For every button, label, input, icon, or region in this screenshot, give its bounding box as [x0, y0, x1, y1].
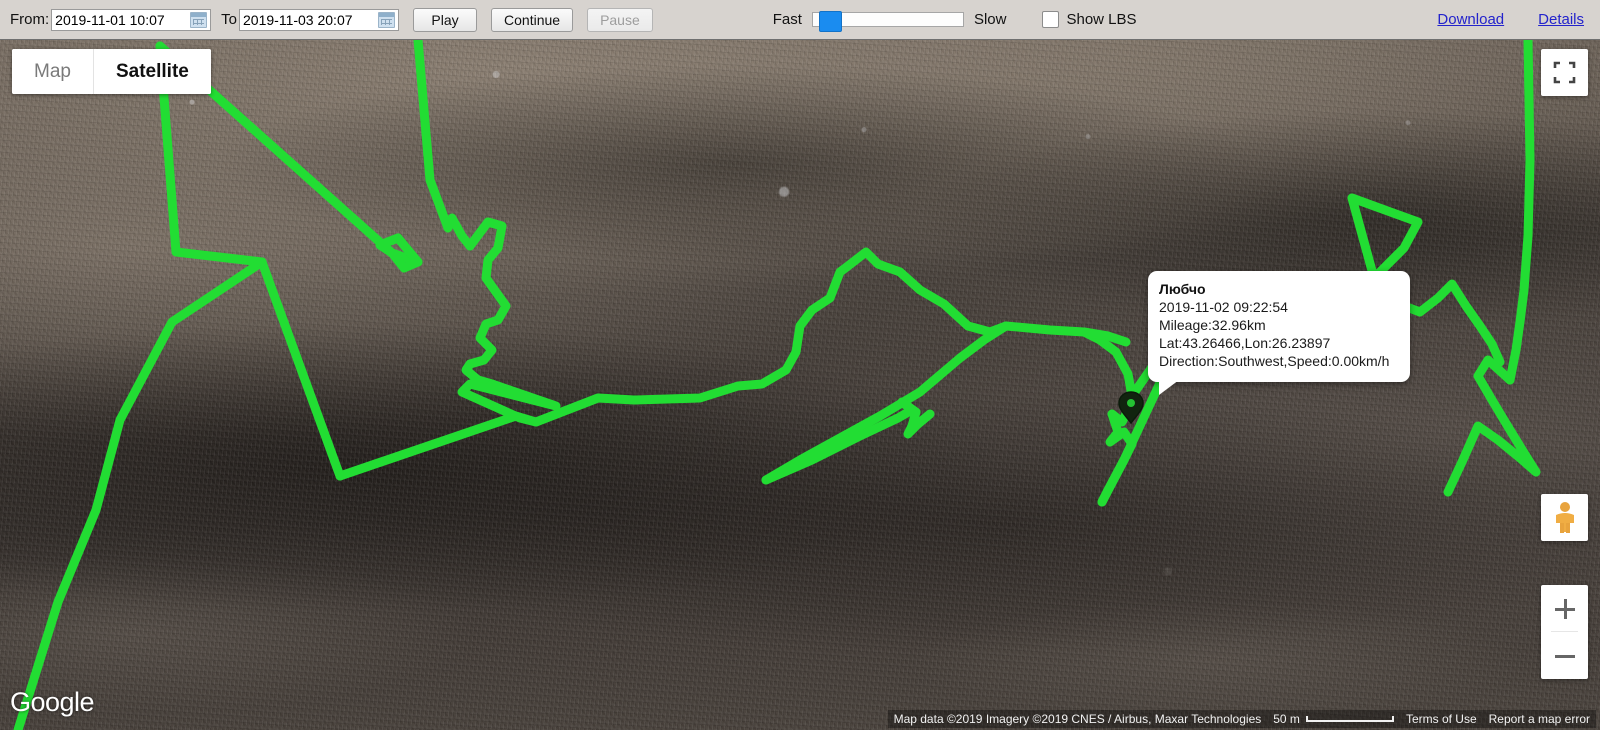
fast-label: Fast	[772, 11, 802, 28]
track-point-info-popup: Любчо 2019-11-02 09:22:54 Mileage:32.96k…	[1148, 271, 1410, 395]
zoom-out-button[interactable]	[1541, 632, 1588, 679]
speed-slider[interactable]	[811, 11, 964, 32]
popup-device-name: Любчо	[1159, 281, 1206, 297]
from-date-field[interactable]	[51, 8, 212, 31]
to-date-field[interactable]	[239, 8, 400, 31]
map-data-attribution: Map data ©2019 Imagery ©2019 CNES / Airb…	[887, 710, 1268, 728]
popup-direction-speed: Direction:Southwest,Speed:0.00km/h	[1159, 353, 1390, 369]
report-map-error-link[interactable]: Report a map error	[1482, 710, 1596, 728]
map-scale-bar: 50 m	[1267, 710, 1400, 728]
download-link[interactable]: Download	[1437, 11, 1504, 28]
fullscreen-icon	[1553, 61, 1576, 84]
details-link[interactable]: Details	[1538, 11, 1584, 28]
popup-tail	[1159, 380, 1179, 395]
speed-slider-group: Fast Slow	[772, 11, 1007, 32]
gps-tracker-playback-page: From: To Play Continue Pause Fast Slow S…	[0, 0, 1600, 730]
show-lbs-label: Show LBS	[1066, 11, 1137, 28]
calendar-icon[interactable]	[190, 11, 208, 28]
map-type-map-button[interactable]: Map	[12, 49, 93, 94]
plus-icon	[1554, 598, 1575, 619]
map-type-control: Map Satellite	[12, 49, 211, 94]
show-lbs-checkbox[interactable]	[1042, 11, 1060, 28]
zoom-controls	[1541, 585, 1588, 679]
minus-icon	[1554, 646, 1575, 666]
map-type-satellite-button[interactable]: Satellite	[92, 49, 211, 94]
pause-button[interactable]: Pause	[587, 7, 653, 32]
speed-slider-handle[interactable]	[818, 11, 842, 32]
gps-track-polyline	[13, 40, 1541, 730]
map-canvas[interactable]: Map Satellite Любчо 2019-11-02 09:22:54 …	[0, 40, 1600, 730]
scale-label: 50 m	[1273, 712, 1300, 726]
to-date-input[interactable]	[240, 10, 374, 29]
fullscreen-button[interactable]	[1541, 49, 1588, 96]
zoom-in-button[interactable]	[1541, 585, 1588, 632]
pegman-icon	[1555, 501, 1574, 533]
street-view-pegman-button[interactable]	[1541, 494, 1588, 541]
from-label: From:	[10, 11, 50, 28]
terms-of-use-link[interactable]: Terms of Use	[1399, 710, 1483, 728]
to-label: To	[221, 11, 238, 28]
from-date-input[interactable]	[52, 10, 186, 29]
continue-button[interactable]: Continue	[491, 7, 574, 32]
play-button[interactable]: Play	[413, 7, 478, 32]
popup-timestamp: 2019-11-02 09:22:54	[1159, 299, 1288, 315]
toolbar-links: Download Details	[1403, 11, 1584, 28]
playback-toolbar: From: To Play Continue Pause Fast Slow S…	[0, 0, 1600, 40]
popup-mileage: Mileage:32.96km	[1159, 317, 1266, 333]
scale-bar-line	[1305, 716, 1394, 722]
calendar-icon[interactable]	[378, 11, 396, 28]
popup-coordinates: Lat:43.26466,Lon:26.23897	[1159, 335, 1331, 351]
slow-label: Slow	[973, 11, 1007, 28]
map-attribution-bar: Map data ©2019 Imagery ©2019 CNES / Airb…	[0, 708, 1600, 730]
show-lbs-group: Show LBS	[1042, 11, 1137, 28]
